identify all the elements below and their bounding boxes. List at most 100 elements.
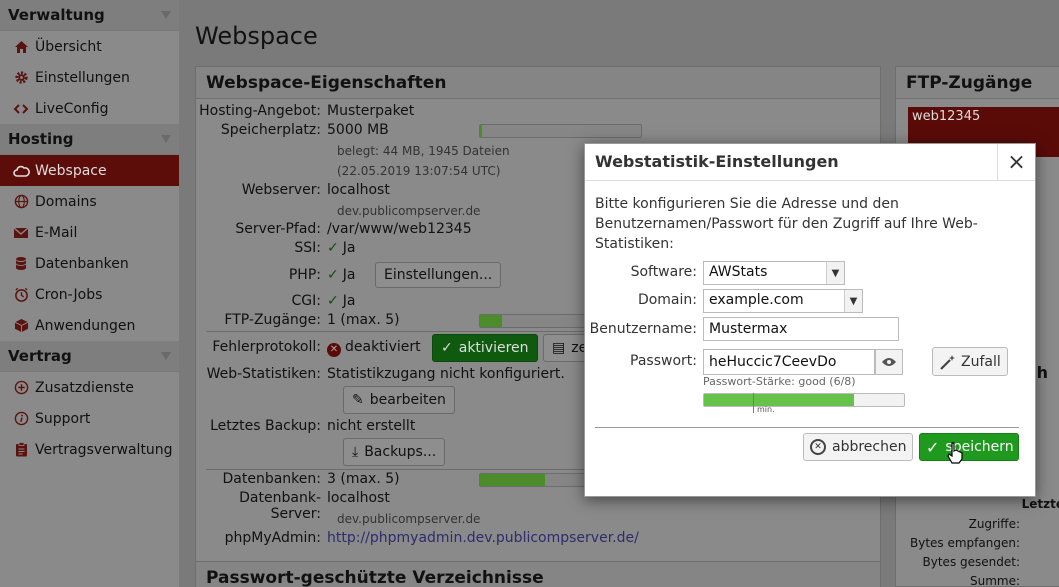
storage-bar [479,124,642,138]
sidebar-section-verwaltung[interactable]: Verwaltung [0,0,179,31]
sidebar-item-label: Webspace [35,162,107,179]
stats-value: Statistikzugang nicht konfiguriert. [327,366,565,382]
ftp-value: 1 (max. 5) [327,312,400,328]
random-password-button[interactable]: Zufall [932,347,1008,376]
sidebar-item-webspace[interactable]: Webspace [0,155,179,186]
panel-title: Passwort-geschützte Verzeichnisse [196,562,880,587]
ftp-bar-fill [480,315,502,327]
clock-icon [12,287,30,303]
sidebar-section-vertrag[interactable]: Vertrag [0,341,179,372]
software-value: AWStats [709,264,768,280]
cancel-x-icon: ✕ [810,439,826,455]
sidebar-item-email[interactable]: E-Mail [0,217,179,248]
db-bar [479,473,589,487]
hosting-value: Musterpaket [327,103,415,119]
section-title: Vertrag [8,347,72,365]
stat-sum: Summe: [969,574,1020,587]
webserver-value: localhost [327,182,390,198]
ftp-bar [479,314,589,328]
sidebar-item-label: E-Mail [35,224,78,241]
username-label: Benutzername: [589,321,697,337]
sidebar-section-hosting[interactable]: Hosting [0,124,179,155]
sidebar-item-support[interactable]: Support [0,403,179,434]
phpmyadmin-link[interactable]: http://phpmyadmin.dev.publicompserver.de… [327,530,639,546]
sidebar-item-label: Einstellungen [35,69,130,86]
close-button[interactable]: × [997,144,1035,181]
cloud-icon [12,163,30,179]
dbserver-label: Datenbank-Server: [239,490,321,522]
sidebar-item-liveconfig[interactable]: LiveConfig [0,93,179,124]
stat-bytes-sent: Bytes gesendet: [922,555,1020,569]
pma-row: phpMyAdmin: http://phpmyadmin.dev.public… [196,530,876,550]
divider [206,469,586,470]
backups-button[interactable]: ⤓ Backups... [343,438,446,466]
sidebar-item-vertragsverwaltung[interactable]: Vertragsverwaltung [0,434,179,465]
stat-hits: Zugriffe: [968,517,1020,531]
stats-label: Web-Statistiken: [206,366,321,382]
cube-icon [12,318,30,334]
random-label: Zufall [961,353,1001,370]
dbserver-host: dev.publicompserver.de [337,512,481,526]
plus-circle-icon [12,380,30,396]
password-input[interactable] [703,349,875,375]
sidebar-item-label: Übersicht [35,38,102,55]
activate-label: aktivieren [458,340,529,356]
sidebar-item-domains[interactable]: Domains [0,186,179,217]
sidebar-item-cron-jobs[interactable]: Cron-Jobs [0,279,179,310]
sidebar-item-datenbanken[interactable]: Datenbanken [0,248,179,279]
divider [206,331,586,332]
software-select[interactable]: AWStats ▼ [703,261,845,285]
last-fragment: Letzte [1021,497,1059,511]
close-icon: × [1007,150,1026,175]
cgi-label: CGI: [291,293,321,309]
info-icon [12,411,30,427]
sidebar-item-anwendungen[interactable]: Anwendungen [0,310,179,341]
sidebar-item-einstellungen[interactable]: Einstellungen [0,62,179,93]
pma-label: phpMyAdmin: [224,530,321,546]
database-icon [12,256,30,272]
chevron-down-icon: ▼ [844,290,862,312]
hosting-row: Hosting-Angebot: Musterpaket [196,103,876,123]
sidebar-item-label: LiveConfig [35,100,109,117]
hosting-label: Hosting-Angebot: [199,103,321,119]
collapse-triangle-icon[interactable] [161,135,171,143]
collapse-triangle-icon[interactable] [161,352,171,360]
document-icon: ▤ [552,340,566,356]
collapse-triangle-icon[interactable] [161,11,171,19]
error-x-icon: ✕ [327,343,341,357]
strength-min-marker [753,393,754,413]
divider [595,427,1019,428]
sidebar-item-label: Domains [35,193,97,210]
webstats-dialog: Webstatistik-Einstellungen × Bitte konfi… [584,143,1036,497]
username-input[interactable] [703,317,899,341]
webserver-host: dev.publicompserver.de [337,204,481,218]
save-button[interactable]: ✓ speichern [919,433,1019,461]
path-value: /var/www/web12345 [327,221,472,237]
globe-icon [12,194,30,210]
sidebar-item-zusatzdienste[interactable]: Zusatzdienste [0,372,179,403]
check-icon: ✓ [327,240,339,256]
php-value: Ja [342,267,356,283]
cancel-button[interactable]: ✕ abbrechen [803,433,914,461]
domain-value: example.com [709,292,804,308]
php-settings-button[interactable]: Einstellungen... [375,262,502,288]
edit-stats-button[interactable]: ✎ bearbeiten [343,386,455,414]
sidebar-item-label: Cron-Jobs [35,286,103,303]
home-icon [12,39,30,55]
sidebar-item-label: Anwendungen [35,317,136,334]
password-label: Passwort: [630,353,697,369]
domain-select[interactable]: example.com ▼ [703,289,863,313]
show-password-button[interactable] [875,349,903,375]
sidebar-item-uebersicht[interactable]: Übersicht [0,31,179,62]
ftp-account-name: web12345 [912,109,981,124]
dialog-title: Webstatistik-Einstellungen [585,144,1035,181]
activate-button[interactable]: ✓ aktivieren [432,334,538,362]
check-icon: ✓ [441,340,453,356]
envelope-icon [12,225,30,241]
ssi-label: SSI: [294,240,321,256]
webserver-label: Webserver: [241,182,321,198]
cancel-label: abbrechen [832,439,907,455]
section-title: Verwaltung [8,6,105,24]
storage-value: 5000 MB [327,122,389,138]
strength-min-label: min. [757,405,775,414]
